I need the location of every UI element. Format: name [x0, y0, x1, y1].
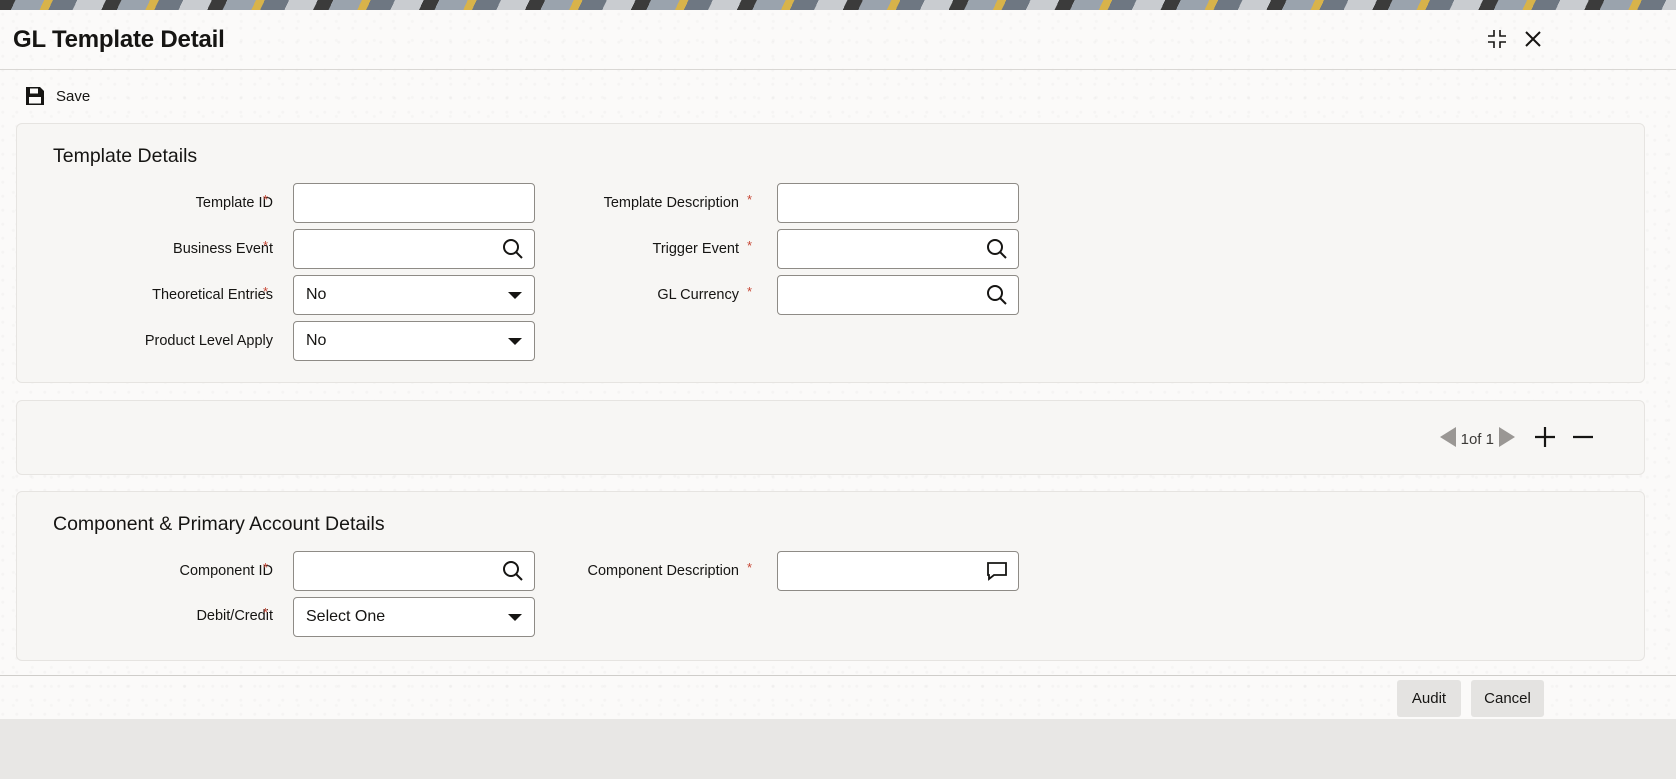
component-description-input[interactable]: [777, 551, 1019, 591]
business-event-input[interactable]: [293, 229, 535, 269]
maximize-icon[interactable]: [1484, 26, 1510, 52]
footer-divider: [0, 675, 1676, 676]
theoretical-entries-label: Theoretical Entries: [152, 287, 273, 303]
template-description-label: Template Description: [603, 195, 739, 211]
component-details-title: Component & Primary Account Details: [53, 513, 385, 535]
template-description-input[interactable]: [777, 183, 1019, 223]
component-details-panel: Component & Primary Account Details Comp…: [16, 491, 1645, 661]
minus-icon[interactable]: [1572, 426, 1594, 453]
component-id-input[interactable]: [293, 551, 535, 591]
header-divider: [0, 69, 1676, 70]
speech-bubble-icon[interactable]: [986, 560, 1008, 582]
template-details-title: Template Details: [53, 145, 198, 167]
required-marker: *: [263, 284, 269, 299]
gl-currency-input[interactable]: [777, 275, 1019, 315]
theoretical-entries-select[interactable]: No: [293, 275, 535, 315]
triangle-left-icon[interactable]: [1439, 426, 1457, 453]
search-icon[interactable]: [502, 560, 524, 582]
template-id-input[interactable]: [293, 183, 535, 223]
required-marker: *: [747, 192, 753, 207]
search-icon[interactable]: [986, 238, 1008, 260]
required-marker: *: [263, 238, 269, 253]
template-details-panel: Template Details Template ID * Business …: [16, 123, 1645, 383]
debit-credit-label: Debit/Credit: [196, 608, 273, 624]
triangle-right-icon[interactable]: [1498, 426, 1516, 453]
component-description-label: Component Description: [587, 563, 739, 579]
gl-currency-label: GL Currency: [657, 287, 739, 303]
trigger-event-label: Trigger Event: [652, 241, 740, 257]
bottom-strip: [0, 719, 1676, 779]
search-icon[interactable]: [502, 238, 524, 260]
record-pager-panel: 1of 1: [16, 400, 1645, 475]
required-marker: *: [747, 284, 753, 299]
cancel-button[interactable]: Cancel: [1471, 680, 1544, 717]
audit-button[interactable]: Audit: [1397, 680, 1461, 717]
template-id-label: Template ID: [195, 195, 273, 211]
dropdown-caret-icon: [508, 292, 522, 299]
required-marker: *: [747, 238, 753, 253]
save-button[interactable]: Save: [24, 84, 90, 108]
gl-template-detail-window: GL Template Detail Save Template Details…: [0, 10, 1676, 779]
required-marker: *: [263, 192, 269, 207]
close-icon[interactable]: [1520, 26, 1546, 52]
trigger-event-input[interactable]: [777, 229, 1019, 269]
product-level-apply-label: Product Level Apply: [144, 333, 273, 349]
business-event-label: Business Event: [173, 241, 273, 257]
brand-banner: [0, 0, 1676, 10]
save-label: Save: [56, 87, 91, 105]
plus-icon[interactable]: [1534, 426, 1556, 453]
required-marker: *: [747, 560, 753, 575]
record-pager: 1of 1: [1439, 426, 1594, 453]
product-level-apply-select[interactable]: No: [293, 321, 535, 361]
floppy-disk-icon: [26, 87, 44, 105]
required-marker: *: [263, 605, 269, 620]
dropdown-caret-icon: [508, 338, 522, 345]
required-marker: *: [263, 560, 269, 575]
pager-text: 1of 1: [1460, 430, 1494, 448]
search-icon[interactable]: [986, 284, 1008, 306]
dropdown-caret-icon: [508, 614, 522, 621]
debit-credit-select[interactable]: Select One: [293, 597, 535, 637]
component-id-label: Component ID: [179, 563, 274, 579]
page-title: GL Template Detail: [13, 26, 225, 53]
